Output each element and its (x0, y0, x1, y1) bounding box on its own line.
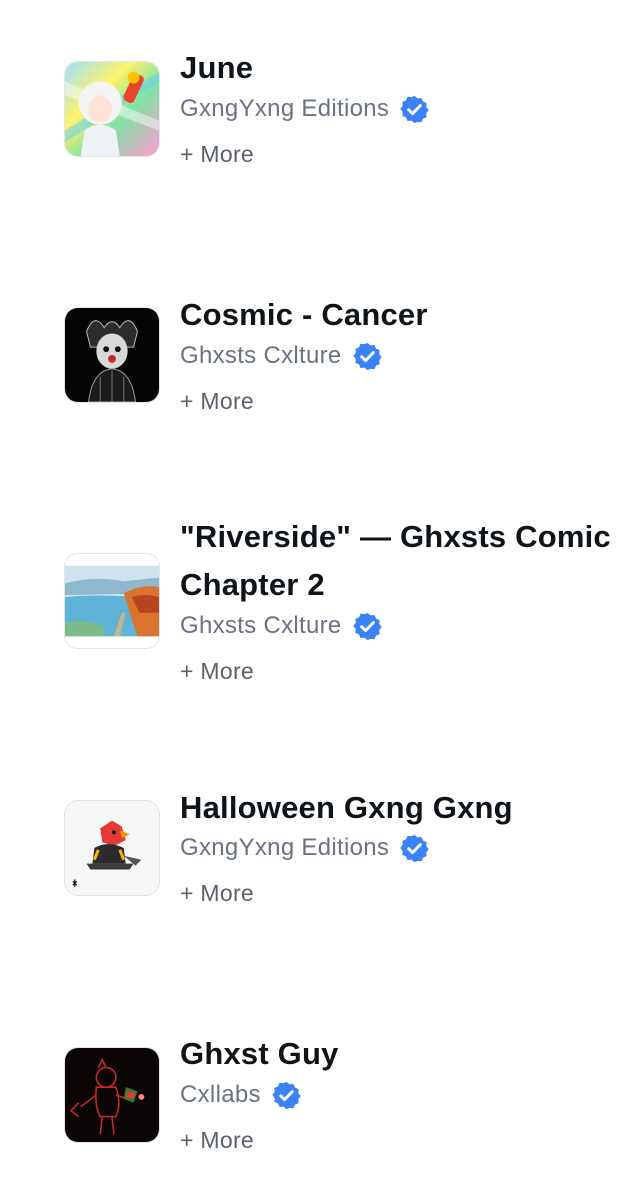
more-button[interactable]: + More (180, 658, 254, 685)
verified-badge-icon (272, 1081, 301, 1109)
verified-badge-icon (400, 95, 429, 123)
river-landscape-artwork-icon (65, 554, 159, 648)
item-title[interactable]: Ghxst Guy (180, 1030, 618, 1078)
more-button[interactable]: + More (180, 880, 254, 907)
more-button[interactable]: + More (180, 1127, 254, 1154)
item-title[interactable]: Cosmic - Cancer (180, 291, 618, 339)
item-thumbnail[interactable] (64, 61, 160, 157)
creator-row[interactable]: GxngYxng Editions (180, 831, 430, 865)
item-title-line: "Riverside" — Ghxsts Comic (180, 519, 611, 554)
creator-name[interactable]: GxngYxng Editions (180, 95, 389, 123)
creator-row[interactable]: Ghxsts Cxlture (180, 609, 383, 643)
item-title[interactable]: "Riverside" — Ghxsts Comic Chapter 2 (180, 513, 618, 609)
creator-name[interactable]: Cxllabs (180, 1081, 261, 1109)
creator-name[interactable]: Ghxsts Cxlture (180, 342, 342, 370)
list-item[interactable]: Ghxst Guy Cxllabs + More (0, 1020, 634, 1200)
verified-badge-icon (400, 834, 429, 862)
item-thumbnail[interactable] (64, 553, 160, 649)
item-title[interactable]: Halloween Gxng Gxng (180, 784, 618, 832)
item-title-line: Chapter 2 (180, 567, 325, 602)
halloween-character-artwork-icon (65, 801, 159, 895)
verified-badge-icon (352, 612, 382, 640)
more-button[interactable]: + More (180, 141, 254, 168)
more-button[interactable]: + More (180, 388, 254, 415)
dark-character-artwork-icon (65, 308, 159, 402)
item-thumbnail[interactable] (64, 1047, 160, 1143)
creator-row[interactable]: Cxllabs (180, 1078, 302, 1112)
item-title[interactable]: June (180, 44, 618, 92)
list-item[interactable]: "Riverside" — Ghxsts Comic Chapter 2 Ghx… (0, 500, 634, 720)
verified-badge-icon (352, 342, 382, 370)
collection-list: June GxngYxng Editions + More Cosmic - C… (0, 0, 634, 1200)
creator-row[interactable]: Ghxsts Cxlture (180, 339, 383, 373)
creator-name[interactable]: GxngYxng Editions (180, 834, 389, 862)
anime-character-artwork-icon (65, 62, 159, 156)
list-item[interactable]: Halloween Gxng Gxng GxngYxng Editions + … (0, 770, 634, 970)
creator-name[interactable]: Ghxsts Cxlture (180, 612, 342, 640)
creator-row[interactable]: GxngYxng Editions (180, 92, 430, 126)
list-item[interactable]: Cosmic - Cancer Ghxsts Cxlture + More (0, 250, 634, 450)
red-outline-character-artwork-icon (65, 1048, 159, 1142)
item-thumbnail[interactable] (64, 307, 160, 403)
item-thumbnail[interactable] (64, 800, 160, 896)
list-item[interactable]: June GxngYxng Editions + More (0, 0, 634, 200)
